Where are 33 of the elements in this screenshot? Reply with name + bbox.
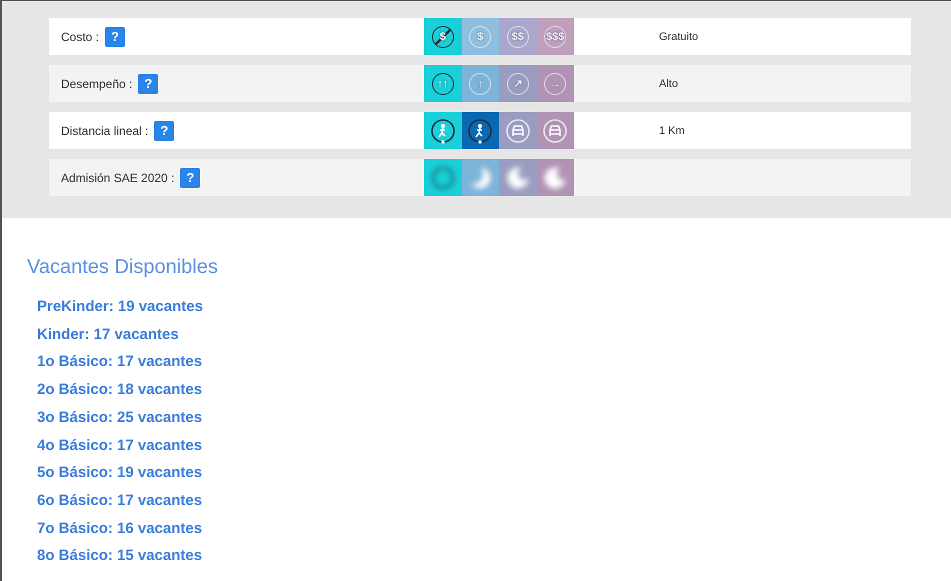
help-button[interactable]: ? bbox=[105, 26, 126, 46]
help-button[interactable]: ? bbox=[154, 120, 174, 140]
vacancy-link[interactable]: 8o Básico: 15 vacantes bbox=[27, 542, 202, 570]
level-icon: ↑ bbox=[469, 72, 492, 94]
vacancy-link[interactable]: 1o Básico: 17 vacantes bbox=[27, 348, 202, 376]
vacancy-link[interactable]: 6o Básico: 17 vacantes bbox=[27, 486, 202, 515]
vacancy-link[interactable]: PreKinder: 19 vacantes bbox=[27, 293, 203, 321]
level-icon: → bbox=[544, 72, 566, 94]
walking-person-icon bbox=[430, 118, 456, 144]
vacancy-link[interactable]: Kinder: 17 vacantes bbox=[27, 320, 179, 348]
vacancy-link[interactable]: 3o Básico: 25 vacantes bbox=[27, 404, 202, 432]
vacancy-link[interactable]: 5o Básico: 19 vacantes bbox=[27, 459, 202, 487]
criterion-label: Desempeño : bbox=[61, 76, 132, 90]
vacancy-link[interactable]: 2o Básico: 18 vacantes bbox=[27, 376, 202, 404]
section-title: Vacantes Disponibles bbox=[27, 256, 219, 279]
level-icon: $$ bbox=[506, 26, 529, 48]
criterion-value: Gratuito bbox=[659, 30, 698, 42]
help-button[interactable]: ? bbox=[180, 168, 200, 188]
level-icon: ↗ bbox=[506, 72, 529, 94]
car-icon bbox=[542, 118, 568, 144]
level-icon: $ bbox=[469, 26, 492, 48]
vacancy-link[interactable]: 4o Básico: 17 vacantes bbox=[27, 432, 202, 460]
walking-person-icon bbox=[467, 118, 494, 144]
level-icon: $$$ bbox=[544, 26, 566, 48]
criterion-label: Admisión SAE 2020 : bbox=[61, 170, 174, 184]
car-icon bbox=[504, 118, 531, 144]
criterion-value: Alto bbox=[659, 78, 678, 90]
criterion-label: Distancia lineal : bbox=[61, 124, 148, 138]
criterion-value: 1 Km bbox=[659, 124, 685, 136]
help-button[interactable]: ? bbox=[138, 74, 158, 94]
criterion-label: Costo : bbox=[61, 30, 100, 44]
vacancy-link[interactable]: 7o Básico: 16 vacantes bbox=[27, 514, 202, 542]
level-icon: ↑↑ bbox=[432, 72, 454, 94]
